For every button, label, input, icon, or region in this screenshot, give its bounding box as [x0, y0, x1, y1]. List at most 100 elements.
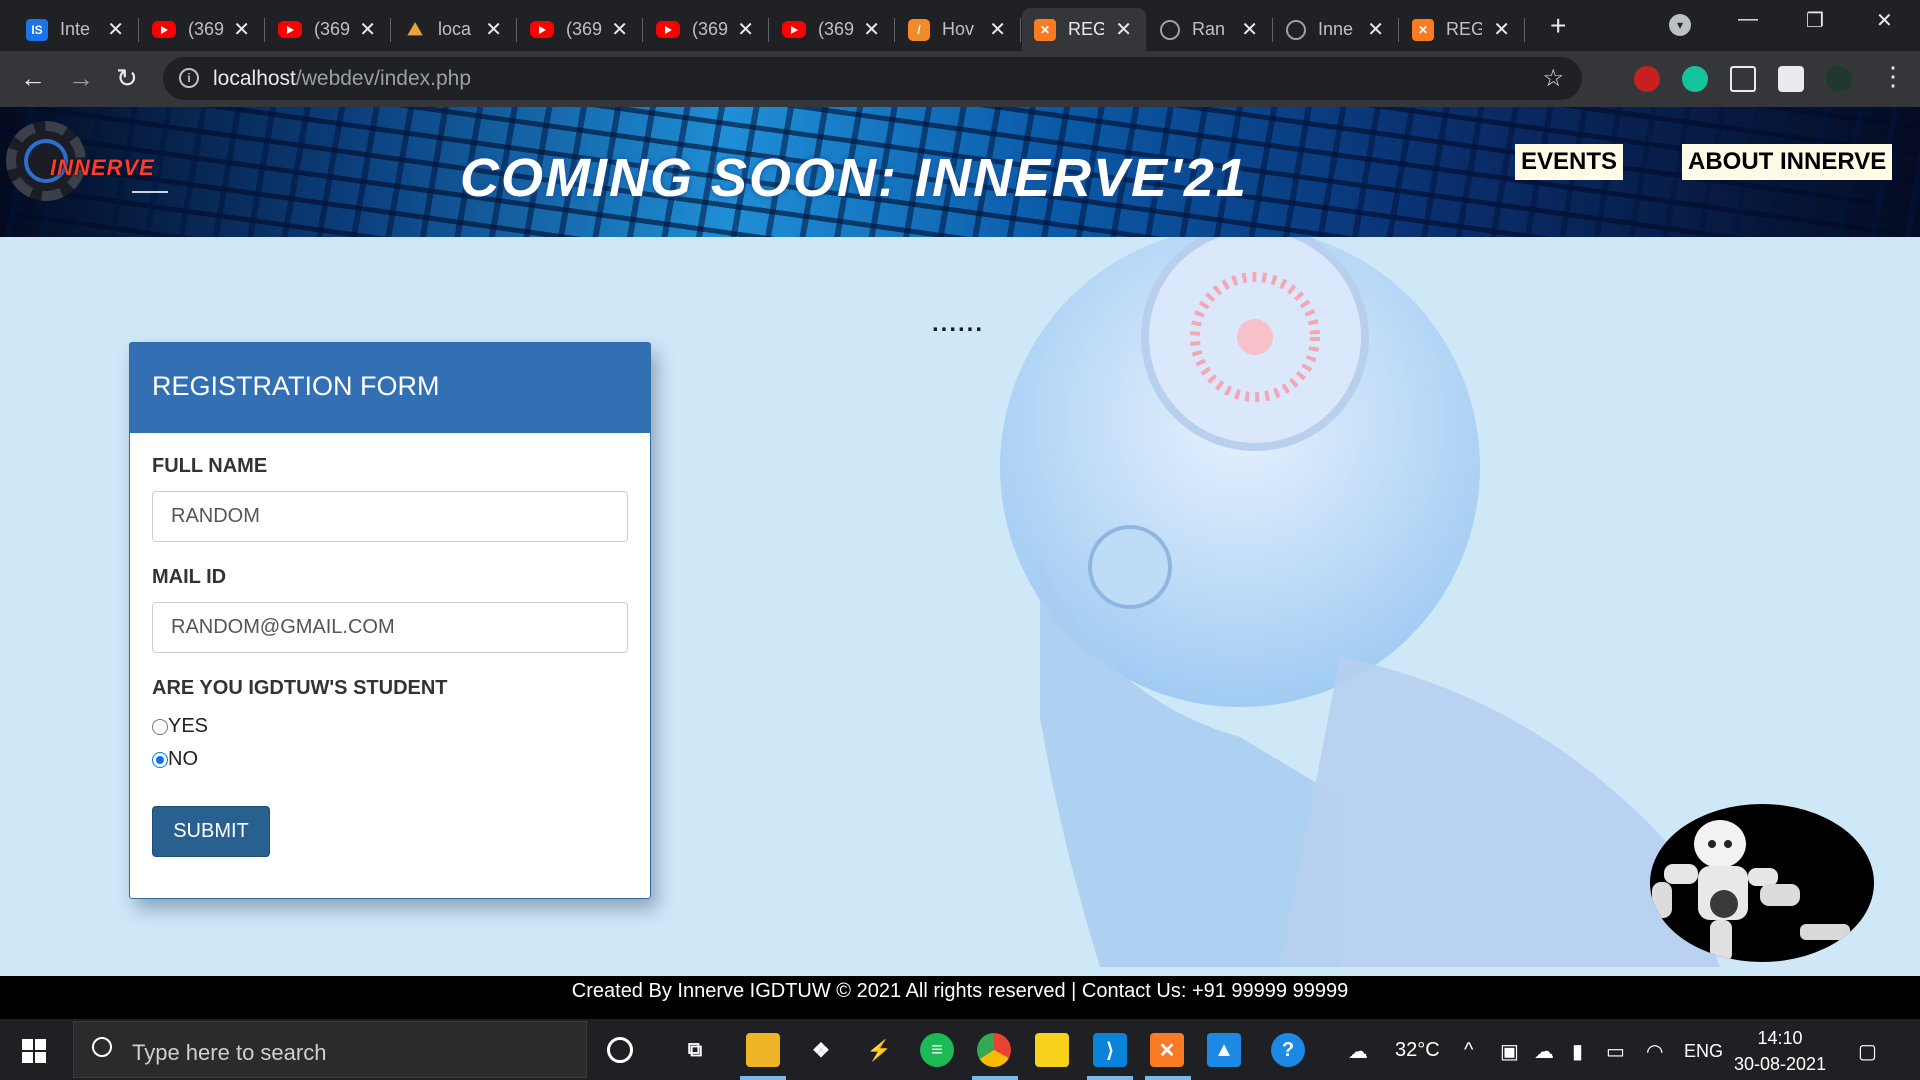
tab-close-icon[interactable]: ✕	[107, 17, 124, 42]
radio-no-option[interactable]: NO	[152, 748, 198, 771]
tab-close-icon[interactable]: ✕	[1115, 17, 1132, 42]
ublock-extension-icon[interactable]	[1634, 66, 1660, 92]
system-clock[interactable]: 14:10 30-08-2021	[1734, 1025, 1826, 1077]
grammarly-extension-icon[interactable]	[1682, 66, 1708, 92]
registration-form: REGISTRATION FORM FULL NAME MAIL ID ARE …	[129, 342, 651, 899]
radio-no[interactable]	[152, 751, 168, 768]
vscode-icon[interactable]: ⟩	[1093, 1033, 1127, 1067]
show-hidden-icons-icon[interactable]: ^	[1464, 1039, 1473, 1062]
tab-title: (369	[566, 19, 602, 39]
nav-about-link[interactable]: ABOUT INNERVE	[1682, 144, 1893, 180]
onedrive-icon[interactable]: ☁	[1534, 1039, 1554, 1064]
globe-icon	[1286, 19, 1306, 40]
help-icon[interactable]: ?	[1271, 1033, 1305, 1067]
form-title: REGISTRATION FORM	[152, 371, 440, 401]
browser-tab[interactable]: IS Inte ✕	[14, 8, 139, 51]
tab-close-icon[interactable]: ✕	[737, 17, 754, 42]
task-view-icon[interactable]: ⧉	[678, 1033, 712, 1067]
tab-close-icon[interactable]: ✕	[1367, 17, 1384, 42]
browser-tab[interactable]: Ran ✕	[1148, 8, 1273, 51]
mail-input[interactable]	[152, 602, 628, 653]
bookmark-star-icon[interactable]: ☆	[1542, 64, 1564, 93]
chrome-menu-icon[interactable]: ⋮	[1880, 61, 1906, 92]
browser-tab[interactable]: / Hov ✕	[896, 8, 1021, 51]
windows-taskbar: Type here to search ⧉ ❖ ⚡ ≡ ⟩ ✕ ▲ ? ☁ 32…	[0, 1019, 1920, 1080]
windows-start-icon[interactable]	[22, 1039, 46, 1063]
fullname-input[interactable]	[152, 491, 628, 542]
radio-no-label: NO	[168, 748, 198, 770]
radio-yes-option[interactable]: YES	[152, 715, 208, 738]
browser-tab[interactable]: (369 ✕	[518, 8, 643, 51]
browser-tab[interactable]: (369 ✕	[140, 8, 265, 51]
browser-tab[interactable]: ✕ REG ✕	[1022, 8, 1146, 51]
innerve-logo[interactable]: INNERVE	[6, 121, 168, 211]
browser-tab[interactable]: (369 ✕	[770, 8, 895, 51]
language-indicator[interactable]: ENG	[1684, 1041, 1723, 1062]
tab-close-icon[interactable]: ✕	[1493, 17, 1510, 42]
submit-button[interactable]: SUBMIT	[152, 806, 270, 857]
tab-separator	[1398, 18, 1399, 42]
tab-search-icon[interactable]: ▾	[1669, 14, 1691, 36]
fullname-label: FULL NAME	[152, 455, 268, 477]
sticky-notes-icon[interactable]	[1035, 1033, 1069, 1067]
meet-now-icon[interactable]: ▣	[1500, 1039, 1519, 1064]
tab-close-icon[interactable]: ✕	[989, 17, 1006, 42]
file-explorer-icon[interactable]	[746, 1033, 780, 1067]
tab-close-icon[interactable]: ✕	[863, 17, 880, 42]
radio-yes[interactable]	[152, 718, 168, 735]
browser-tab[interactable]: Inne ✕	[1274, 8, 1399, 51]
microphone-icon[interactable]: ▮	[1572, 1039, 1583, 1064]
tab-separator	[642, 18, 643, 42]
spotify-icon[interactable]: ≡	[920, 1033, 954, 1067]
reload-icon[interactable]: ↻	[116, 63, 138, 94]
tab-title: loca	[438, 19, 472, 39]
chrome-icon[interactable]	[977, 1033, 1011, 1067]
taskbar-search-box[interactable]: Type here to search	[73, 1021, 587, 1078]
site-info-icon[interactable]: i	[179, 68, 199, 88]
tab-close-icon[interactable]: ✕	[359, 17, 376, 42]
weather-temperature[interactable]: 32°C	[1395, 1039, 1440, 1062]
m-extension-icon[interactable]	[1730, 66, 1756, 92]
browser-tab-strip: IS Inte ✕ (369 ✕ (369 ✕ ⛰ loca ✕ (369 ✕ (369 ✕ (369 ✕ / H…	[0, 0, 1920, 51]
sublime-app-icon[interactable]: ⚡	[862, 1033, 896, 1067]
xampp-icon[interactable]: ✕	[1150, 1033, 1184, 1067]
tab-close-icon[interactable]: ✕	[233, 17, 250, 42]
browser-tab[interactable]: ✕ REG ✕	[1400, 8, 1525, 51]
taskbar-search-placeholder: Type here to search	[132, 1040, 327, 1065]
tab-close-icon[interactable]: ✕	[485, 17, 502, 42]
wifi-icon[interactable]: ◠	[1646, 1039, 1663, 1064]
close-window-icon[interactable]: ✕	[1876, 8, 1893, 33]
tab-separator	[768, 18, 769, 42]
youtube-icon	[278, 21, 302, 38]
browser-tab[interactable]: (369 ✕	[644, 8, 769, 51]
battery-icon[interactable]: ▭	[1606, 1039, 1625, 1064]
weather-cloud-icon[interactable]: ☁	[1348, 1039, 1368, 1064]
browser-tab[interactable]: ⛰ loca ✕	[392, 8, 517, 51]
cortana-icon[interactable]	[607, 1037, 633, 1063]
profile-avatar[interactable]	[1826, 66, 1852, 92]
forward-icon[interactable]: →	[68, 63, 94, 94]
restore-icon[interactable]: ❐	[1806, 8, 1824, 33]
heartbeat-line-icon	[132, 163, 168, 193]
new-tab-button[interactable]: +	[1550, 10, 1566, 42]
nao-robot-image	[1650, 804, 1874, 962]
minimize-icon[interactable]: —	[1738, 8, 1758, 31]
xampp-active-indicator	[1145, 1076, 1191, 1080]
hover-app-icon: /	[908, 18, 930, 41]
tab-close-icon[interactable]: ✕	[1241, 17, 1258, 42]
dropbox-icon[interactable]: ❖	[804, 1033, 838, 1067]
youtube-icon	[152, 21, 176, 38]
photos-icon[interactable]: ▲	[1207, 1033, 1241, 1067]
xampp-icon: ✕	[1412, 18, 1434, 41]
browser-tab[interactable]: (369 ✕	[266, 8, 391, 51]
site-banner: INNERVE COMING SOON: INNERVE'21 EVENTS A…	[0, 107, 1920, 237]
back-icon[interactable]: ←	[20, 63, 46, 94]
notification-center-icon[interactable]: ▢	[1858, 1039, 1877, 1064]
extensions-puzzle-icon[interactable]	[1778, 66, 1804, 92]
tab-separator	[894, 18, 895, 42]
tab-separator	[138, 18, 139, 42]
address-bar[interactable]: i localhost/webdev/index.php ☆	[163, 57, 1582, 100]
tab-title: Hov	[942, 19, 975, 39]
nav-events-link[interactable]: EVENTS	[1515, 144, 1624, 180]
tab-close-icon[interactable]: ✕	[611, 17, 628, 42]
